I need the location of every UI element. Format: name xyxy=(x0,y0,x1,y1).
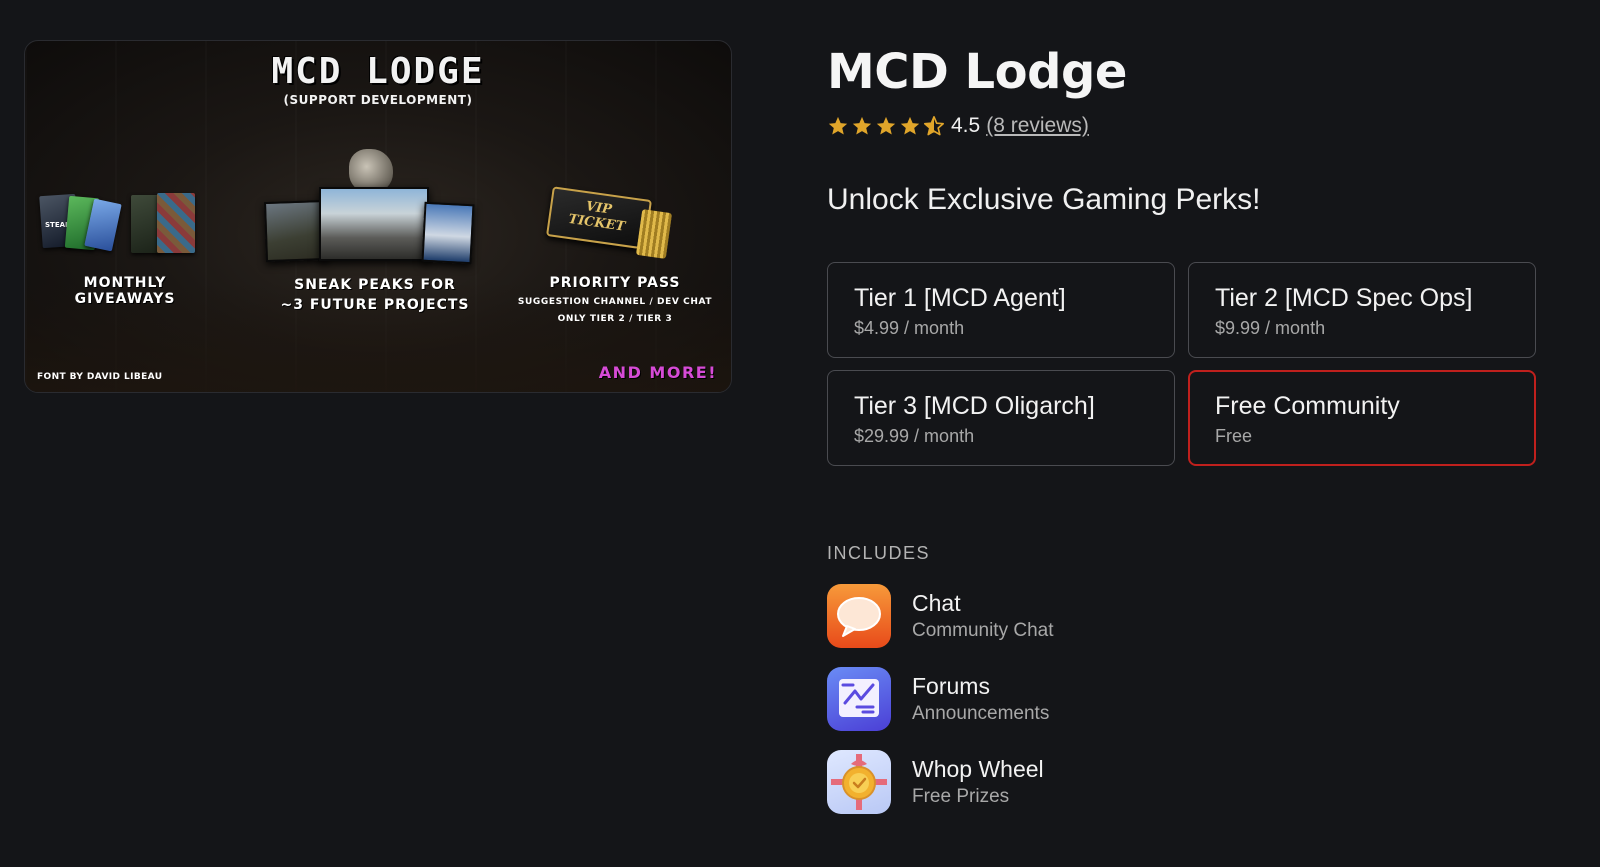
rating-row: 4.5 (8 reviews) xyxy=(827,114,1089,138)
product-tagline: Unlock Exclusive Gaming Perks! xyxy=(827,183,1261,216)
star-full-icon xyxy=(852,116,872,135)
tier-option-free-community[interactable]: Free Community Free xyxy=(1188,370,1536,466)
star-full-icon xyxy=(900,116,920,135)
and-more-label: AND MORE! xyxy=(598,363,717,382)
include-name: Chat xyxy=(912,590,961,616)
tier-price: Free xyxy=(1215,426,1253,446)
chat-bubble-icon xyxy=(827,584,891,648)
rating-value: 4.5 xyxy=(951,114,981,137)
star-full-icon xyxy=(828,116,848,135)
include-item-forums[interactable]: Forums Announcements xyxy=(827,667,1227,731)
font-credit: FONT BY DAVID LIBEAU xyxy=(37,372,163,382)
product-banner-image: MCD LODGE (SUPPORT DEVELOPMENT) STEAM VI… xyxy=(24,40,732,393)
include-description: Announcements xyxy=(912,703,1050,724)
tier-option-2[interactable]: Tier 2 [MCD Spec Ops] $9.99 / month xyxy=(1188,262,1536,358)
star-full-icon xyxy=(876,116,896,135)
forums-icon xyxy=(827,667,891,731)
includes-heading: INCLUDES xyxy=(827,543,931,563)
gta-box-image xyxy=(157,193,195,253)
tier-price: $4.99 / month xyxy=(854,318,965,338)
caption-priority-pass: PRIORITY PASS xyxy=(549,275,681,291)
include-name: Whop Wheel xyxy=(912,756,1044,782)
include-description: Community Chat xyxy=(912,620,1054,641)
prize-wheel-icon xyxy=(827,750,891,814)
star-half-icon xyxy=(924,116,944,136)
tier-name: Tier 3 [MCD Oligarch] xyxy=(854,392,1095,420)
caption-sneak-peaks: SNEAK PEAKS FOR ~3 FUTURE PROJECTS xyxy=(280,277,470,313)
include-item-whop-wheel[interactable]: Whop Wheel Free Prizes xyxy=(827,750,1227,814)
priority-detail-2: ONLY TIER 2 / TIER 3 xyxy=(557,314,673,324)
product-title: MCD Lodge xyxy=(827,44,1127,100)
tier-option-3[interactable]: Tier 3 [MCD Oligarch] $29.99 / month xyxy=(827,370,1175,466)
project-screenshot-image xyxy=(319,187,429,261)
tier-name: Free Community xyxy=(1215,392,1400,420)
caption-monthly-giveaways: MONTHLY GIVEAWAYS xyxy=(74,275,176,307)
include-description: Free Prizes xyxy=(912,786,1010,807)
include-name: Forums xyxy=(912,673,990,699)
banner-subtitle: (SUPPORT DEVELOPMENT) xyxy=(283,93,473,107)
tier-name: Tier 2 [MCD Spec Ops] xyxy=(1215,284,1473,312)
tier-price: $29.99 / month xyxy=(854,426,975,446)
priority-detail-1: SUGGESTION CHANNEL / DEV CHAT xyxy=(517,297,713,307)
tier-option-1[interactable]: Tier 1 [MCD Agent] $4.99 / month xyxy=(827,262,1175,358)
tier-name: Tier 1 [MCD Agent] xyxy=(854,284,1066,312)
banner-title: MCD LODGE xyxy=(271,51,485,92)
vip-ticket-text: VIP TICKET xyxy=(567,199,627,235)
reviews-link[interactable]: (8 reviews) xyxy=(986,114,1089,138)
star-rating xyxy=(827,115,945,137)
tier-price: $9.99 / month xyxy=(1215,318,1326,338)
ticket-stub-image xyxy=(635,209,673,259)
include-item-chat[interactable]: Chat Community Chat xyxy=(827,584,1227,648)
project-screenshot-image xyxy=(421,201,475,265)
